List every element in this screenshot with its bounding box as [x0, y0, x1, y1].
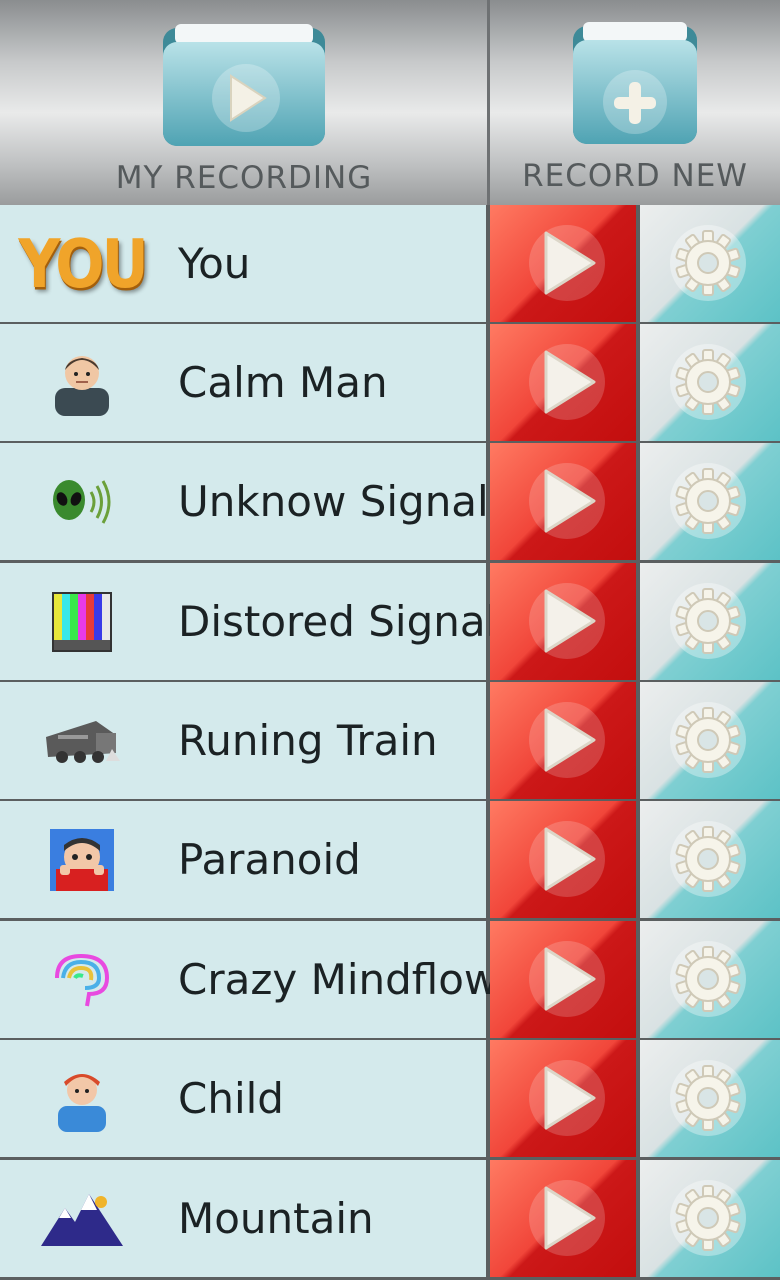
- effect-select-cell[interactable]: Runing Train: [0, 682, 486, 799]
- effect-select-cell[interactable]: Distored Signal: [0, 563, 497, 680]
- settings-button[interactable]: [640, 563, 780, 680]
- effect-select-cell[interactable]: Calm Man: [0, 324, 486, 441]
- list-item: Calm Man: [0, 324, 780, 441]
- effect-name: Mountain: [178, 1194, 374, 1243]
- play-button[interactable]: [490, 921, 636, 1038]
- record-new-label: RECORD NEW: [522, 158, 748, 194]
- effect-name: Paranoid: [178, 835, 361, 884]
- list-item: Runing Train: [0, 682, 780, 799]
- list-item: Distored Signal: [0, 563, 780, 680]
- settings-button[interactable]: [640, 801, 780, 918]
- list-item: Paranoid: [0, 801, 780, 918]
- effect-name: Distored Signal: [178, 597, 498, 646]
- list-item: Crazy Mindflow: [0, 921, 780, 1038]
- settings-button[interactable]: [640, 324, 780, 441]
- settings-button[interactable]: [640, 1160, 780, 1277]
- folder-add-icon: [571, 22, 699, 146]
- play-button[interactable]: [490, 205, 636, 322]
- paranoid-face-icon: [32, 815, 132, 905]
- alien-signal-icon: [32, 457, 132, 547]
- effect-name: Calm Man: [178, 358, 388, 407]
- list-item: Child: [0, 1040, 780, 1157]
- effect-name: Runing Train: [178, 716, 438, 765]
- play-button[interactable]: [490, 1040, 636, 1157]
- effect-select-cell[interactable]: Child: [0, 1040, 486, 1157]
- distorted-tv-icon: [32, 577, 132, 667]
- brain-icon: [32, 935, 132, 1025]
- settings-button[interactable]: [640, 921, 780, 1038]
- effect-select-cell[interactable]: YOU You: [0, 205, 486, 322]
- effect-select-cell[interactable]: Mountain: [0, 1160, 486, 1277]
- settings-button[interactable]: [640, 1040, 780, 1157]
- effect-name: Unknow Signal: [178, 477, 489, 526]
- list-item: Unknow Signal: [0, 443, 780, 560]
- train-icon: [32, 696, 132, 786]
- play-button[interactable]: [490, 801, 636, 918]
- play-button[interactable]: [490, 682, 636, 799]
- header-bar: MY RECORDING RECORD NEW: [0, 0, 780, 205]
- effect-select-cell[interactable]: Unknow Signal: [0, 443, 489, 560]
- effect-select-cell[interactable]: Paranoid: [0, 801, 486, 918]
- you-text: YOU: [18, 224, 148, 304]
- play-button[interactable]: [490, 443, 636, 560]
- effect-select-cell[interactable]: Crazy Mindflow: [0, 921, 498, 1038]
- my-recording-button[interactable]: MY RECORDING: [0, 0, 488, 205]
- calm-man-icon: [32, 338, 132, 428]
- effect-name: Crazy Mindflow: [178, 955, 499, 1004]
- record-new-button[interactable]: RECORD NEW: [490, 0, 780, 205]
- settings-button[interactable]: [640, 443, 780, 560]
- folder-play-icon: [161, 24, 327, 148]
- effect-name: Child: [178, 1074, 284, 1123]
- effect-name: You: [178, 239, 251, 288]
- you-text-icon: YOU: [18, 219, 148, 309]
- play-button[interactable]: [490, 563, 636, 680]
- settings-button[interactable]: [640, 205, 780, 322]
- play-button[interactable]: [490, 1160, 636, 1277]
- list-item: Mountain: [0, 1160, 780, 1277]
- list-item: YOU You: [0, 205, 780, 322]
- child-icon: [32, 1054, 132, 1144]
- my-recording-label: MY RECORDING: [115, 160, 373, 196]
- settings-button[interactable]: [640, 682, 780, 799]
- play-button[interactable]: [490, 324, 636, 441]
- mountain-icon: [32, 1174, 132, 1264]
